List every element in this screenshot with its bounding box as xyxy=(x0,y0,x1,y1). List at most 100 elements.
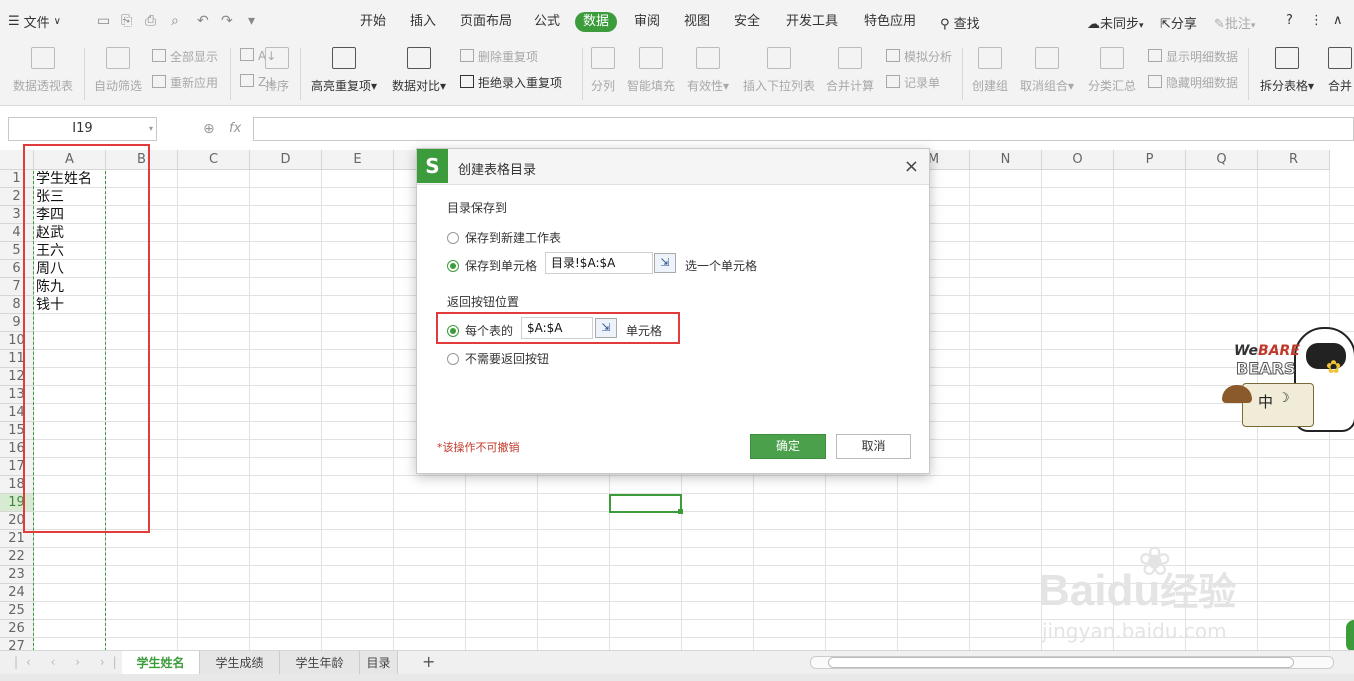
sheet-nav-icons[interactable]: |‹ ‹ › ›| xyxy=(14,655,125,669)
row-header-26[interactable]: 26 xyxy=(0,620,34,638)
create-group-button[interactable]: 创建组 xyxy=(970,42,1010,106)
insert-dropdown-label: 插入下拉列表 xyxy=(742,79,815,93)
we-bare-bears-sticker[interactable]: ✿ WeBARE BEARS 中 ☽ xyxy=(1222,325,1354,435)
insert-dropdown-button[interactable]: 插入下拉列表 xyxy=(742,42,816,106)
validity-button[interactable]: 有效性▾ xyxy=(684,42,732,106)
add-sheet-button[interactable]: + xyxy=(422,652,435,671)
tab-home[interactable]: 开始 xyxy=(360,13,386,31)
side-float-button[interactable] xyxy=(1346,620,1354,652)
sheet-tab-2[interactable]: 学生成绩 xyxy=(200,651,280,675)
smart-fill-button[interactable]: 智能填充 xyxy=(626,42,676,106)
column-header-c[interactable]: C xyxy=(178,150,250,170)
undo-icon[interactable]: ↶ xyxy=(197,13,209,29)
wps-logo-icon: S xyxy=(417,149,448,183)
sticker-bears: BEARS xyxy=(1235,359,1296,379)
formula-input[interactable] xyxy=(253,117,1354,141)
fx-icon[interactable]: fx xyxy=(229,121,241,136)
radio-save-to-cell[interactable]: 保存到单元格 xyxy=(447,257,537,274)
column-header-n[interactable]: N xyxy=(970,150,1042,170)
save-cell-ref-input[interactable]: 目录!$A:$A xyxy=(545,252,653,274)
active-cell-i19[interactable] xyxy=(609,494,682,513)
close-icon[interactable]: × xyxy=(904,156,919,177)
sheet-tab-4[interactable]: 目录 xyxy=(360,651,398,675)
highlight-duplicates-button[interactable]: 高亮重复项▾ xyxy=(308,42,380,106)
customize-icon[interactable]: ▾ xyxy=(248,13,255,29)
tab-special[interactable]: 特色应用 xyxy=(864,13,916,31)
radio-save-new-sheet-label: 保存到新建工作表 xyxy=(465,231,562,245)
name-box[interactable]: I19 ▾ xyxy=(8,117,157,141)
preview-icon[interactable]: ⌕ xyxy=(171,13,179,29)
column-header-q[interactable]: Q xyxy=(1186,150,1258,170)
row-header-23[interactable]: 23 xyxy=(0,566,34,584)
data-compare-button[interactable]: 数据对比▾ xyxy=(388,42,450,106)
export-icon[interactable]: ⎘ xyxy=(121,13,132,29)
column-header-e[interactable]: E xyxy=(322,150,394,170)
row-header-25[interactable]: 25 xyxy=(0,602,34,620)
record-sheet-button[interactable]: 记录单 xyxy=(886,74,940,91)
tab-insert[interactable]: 插入 xyxy=(410,13,436,31)
row-header-22[interactable]: 22 xyxy=(0,548,34,566)
radio-no-return[interactable]: 不需要返回按钮 xyxy=(447,350,549,367)
bear-flower-icon: ✿ xyxy=(1326,357,1342,378)
simulate-analysis-button[interactable]: 模拟分析 xyxy=(886,48,952,65)
consolidate-button[interactable]: 合并计算 xyxy=(824,42,876,106)
smart-fill-label: 智能填充 xyxy=(626,79,675,93)
tab-data[interactable]: 数据 xyxy=(575,12,618,32)
row-header-24[interactable]: 24 xyxy=(0,584,34,602)
cancel-button[interactable]: 取消 xyxy=(836,434,911,459)
search-icon: ⚲ xyxy=(940,17,950,32)
show-all-button[interactable]: 全部显示 xyxy=(152,48,218,65)
show-detail-button[interactable]: 显示明细数据 xyxy=(1148,48,1238,65)
print-icon[interactable]: ⎙ xyxy=(145,13,156,29)
tab-developer[interactable]: 开发工具 xyxy=(786,13,838,31)
search-button[interactable]: ⚲ 查找 xyxy=(940,13,980,32)
sheet-tab-3[interactable]: 学生年龄 xyxy=(280,651,360,675)
column-header-d[interactable]: D xyxy=(250,150,322,170)
remove-duplicates-button[interactable]: 删除重复项 xyxy=(460,48,538,65)
subtotal-button[interactable]: 分类汇总 xyxy=(1086,42,1138,106)
sheet-tab-1[interactable]: 学生姓名 xyxy=(122,651,200,675)
split-columns-button[interactable]: 分列 xyxy=(588,42,618,106)
ungroup-button[interactable]: 取消组合▾ xyxy=(1018,42,1076,106)
sync-button[interactable]: ☁未同步▾ xyxy=(1087,13,1144,32)
zoom-icon[interactable]: ⊕ xyxy=(203,121,215,137)
tab-formula[interactable]: 公式 xyxy=(534,13,560,31)
pivot-table-button[interactable]: 数据透视表 xyxy=(12,42,74,106)
consolidate-icon xyxy=(838,47,862,69)
column-header-p[interactable]: P xyxy=(1114,150,1186,170)
fill-handle[interactable] xyxy=(678,509,683,514)
status-bar xyxy=(0,674,1354,681)
tab-view[interactable]: 视图 xyxy=(684,13,710,31)
annotate-button[interactable]: ✎批注▾ xyxy=(1214,13,1255,32)
split-table-icon xyxy=(1275,47,1299,69)
tab-review[interactable]: 审阅 xyxy=(634,13,660,31)
redo-icon[interactable]: ↷ xyxy=(221,13,233,29)
sort-button[interactable]: 排序 xyxy=(262,42,292,106)
merge-button[interactable]: 合并 xyxy=(1326,42,1354,106)
share-button[interactable]: ⇱分享 xyxy=(1160,13,1197,32)
more-icon[interactable]: ⋮ xyxy=(1310,13,1323,28)
scroll-thumb[interactable] xyxy=(828,657,1294,668)
column-header-o[interactable]: O xyxy=(1042,150,1114,170)
reapply-button[interactable]: 重新应用 xyxy=(152,74,218,91)
tab-security[interactable]: 安全 xyxy=(734,13,760,31)
column-header-r[interactable]: R xyxy=(1258,150,1330,170)
ok-button[interactable]: 确定 xyxy=(750,434,826,459)
grid-line xyxy=(34,619,1354,620)
radio-save-to-cell-label: 保存到单元格 xyxy=(465,259,538,273)
autofilter-button[interactable]: 自动筛选 xyxy=(92,42,144,106)
file-menu[interactable]: ☰ 文件 ∨ xyxy=(8,12,61,31)
ime-mode-label: 中 xyxy=(1258,393,1274,411)
row-header-27[interactable]: 27 xyxy=(0,638,34,650)
sync-label: 未同步 xyxy=(1100,17,1140,32)
grid-line xyxy=(34,583,1354,584)
collapse-ribbon-icon[interactable]: ∧ xyxy=(1333,13,1343,28)
tab-page-layout[interactable]: 页面布局 xyxy=(460,13,512,31)
range-picker-icon[interactable]: ⇲ xyxy=(654,253,676,273)
help-button[interactable]: ? xyxy=(1286,13,1293,28)
reject-duplicates-button[interactable]: 拒绝录入重复项 xyxy=(460,74,562,91)
split-table-button[interactable]: 拆分表格▾ xyxy=(1256,42,1318,106)
save-icon[interactable]: ▭ xyxy=(97,13,110,29)
radio-save-new-sheet[interactable]: 保存到新建工作表 xyxy=(447,229,561,246)
hide-detail-button[interactable]: 隐藏明细数据 xyxy=(1148,74,1238,91)
